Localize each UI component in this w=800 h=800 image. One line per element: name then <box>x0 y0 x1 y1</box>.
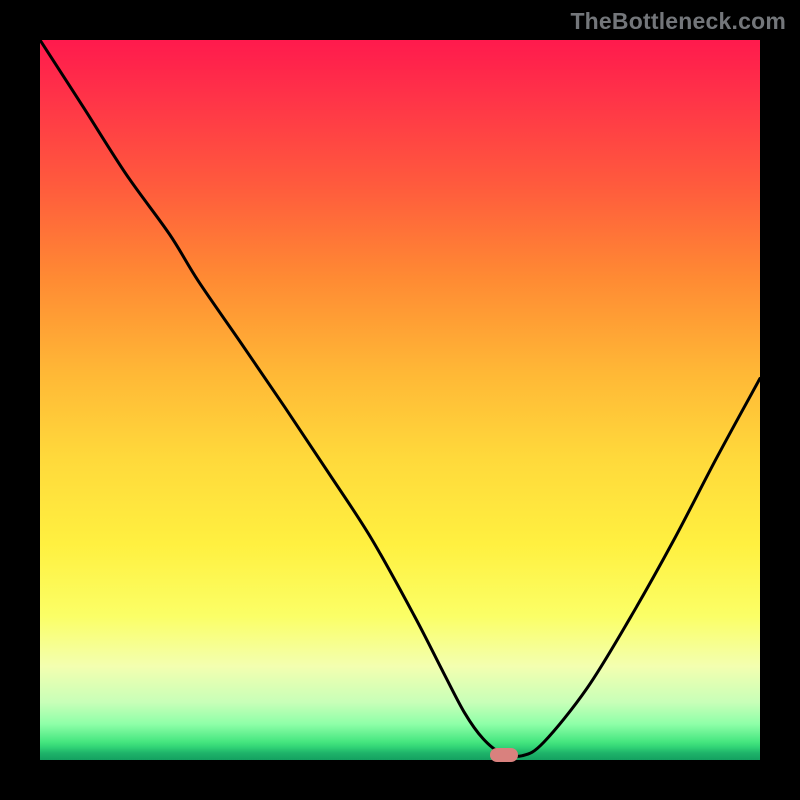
plot-area <box>40 40 760 760</box>
bottleneck-curve <box>40 40 760 760</box>
watermark-text: TheBottleneck.com <box>570 8 786 35</box>
chart-frame: TheBottleneck.com <box>0 0 800 800</box>
optimal-point-marker <box>490 748 518 762</box>
curve-path <box>40 40 760 756</box>
